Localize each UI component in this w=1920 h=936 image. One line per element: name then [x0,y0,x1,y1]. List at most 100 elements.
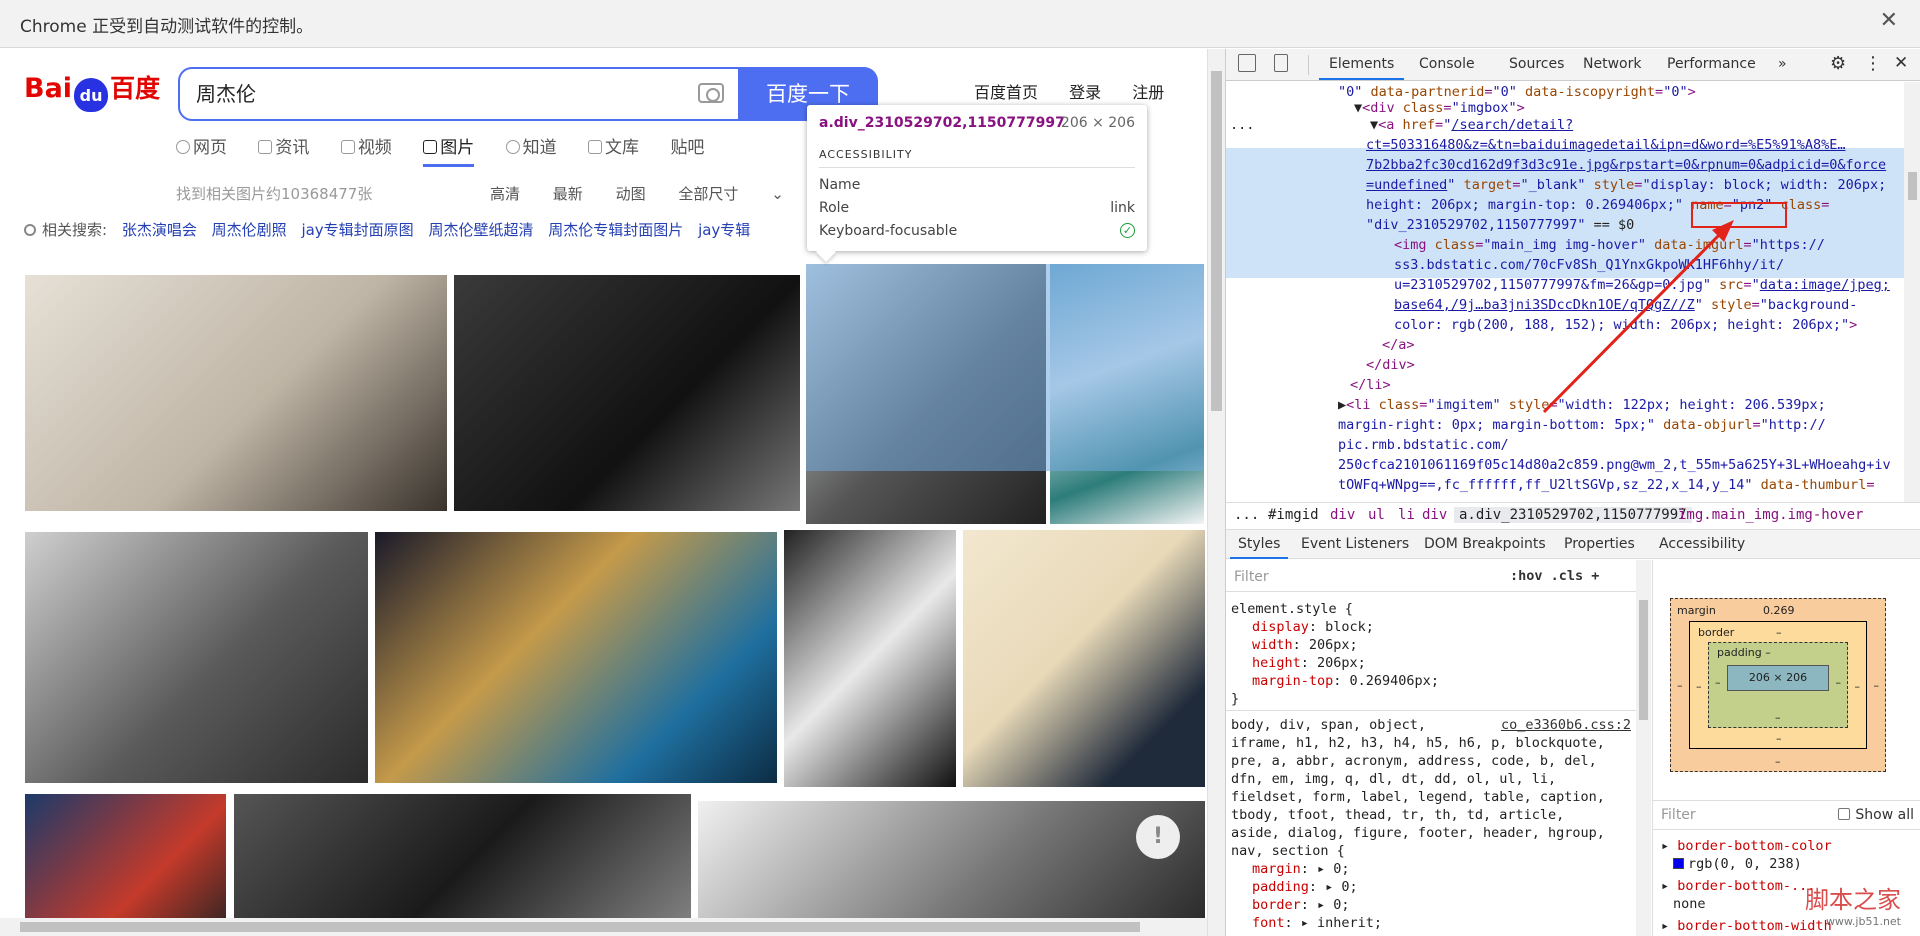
breadcrumb-item[interactable]: #imgid [1268,507,1319,523]
computed-property[interactable]: ▸ border-bottom-... [1661,878,1815,894]
border-top-value[interactable]: – [1776,626,1782,639]
baidu-logo[interactable]: Bai du 百度 [24,69,160,113]
styles-pane[interactable]: Filter :hov .cls + element.style { displ… [1226,560,1651,936]
filter-hd[interactable]: 高清 [490,185,520,203]
border-left-value[interactable]: – [1696,680,1702,693]
search-input[interactable] [194,79,674,105]
tab-network[interactable]: Network [1583,56,1641,72]
border-right-value[interactable]: – [1855,680,1861,693]
device-toolbar-icon[interactable] [1274,54,1288,72]
breadcrumb-item[interactable]: img.main_img.img-hover [1678,507,1863,523]
computed-property[interactable]: ▸ border-bottom-color [1661,838,1832,854]
breadcrumb-current[interactable]: a.div_2310529702,1150777997 [1454,507,1692,523]
breadcrumb-item[interactable]: ul [1368,507,1385,523]
styles-scrollbar[interactable] [1636,560,1651,936]
tab-tieba[interactable]: 贴吧 [670,133,704,158]
margin-right-value[interactable]: – [1874,679,1880,692]
related-link[interactable]: jay专辑封面原图 [301,221,413,239]
box-model-content[interactable]: 206 × 206 [1727,665,1829,691]
camera-icon[interactable] [698,83,724,103]
margin-bottom-value[interactable]: – [1775,755,1781,768]
computed-filter-input[interactable]: Filter [1661,807,1696,823]
tab-dom-breakpoints[interactable]: DOM Breakpoints [1424,536,1546,552]
link-register[interactable]: 注册 [1132,83,1164,102]
image-result[interactable] [25,275,447,511]
link-home[interactable]: 百度首页 [974,83,1038,102]
gear-icon[interactable]: ⚙ [1830,53,1846,74]
filter-animated[interactable]: 动图 [616,185,646,203]
styles-filter[interactable]: Filter :hov .cls + [1226,560,1651,592]
css-decl[interactable]: margin-top: 0.269406px; [1252,672,1439,690]
image-result[interactable] [375,532,777,783]
css-decl[interactable]: height: 206px; [1252,654,1366,672]
tab-event-listeners[interactable]: Event Listeners [1301,536,1409,552]
stylesheet-link[interactable]: co_e3360b6.css:2 [1501,716,1631,734]
tab-wenku[interactable]: 文库 [588,133,639,158]
related-link[interactable]: 张杰演唱会 [122,221,197,239]
tab-images[interactable]: 图片 [423,133,475,167]
image-result[interactable] [784,530,956,787]
related-label: 相关搜索: [42,221,108,239]
scrollbar-thumb[interactable] [1908,172,1917,200]
image-result[interactable] [25,532,368,783]
tab-performance[interactable]: Performance [1667,56,1756,72]
styles-filter-input[interactable]: Filter [1234,568,1269,586]
kebab-menu-icon[interactable]: ⋮ [1864,53,1882,74]
breadcrumb-item[interactable]: div [1422,507,1447,523]
tab-zhidao[interactable]: 知道 [505,133,557,158]
css-decl[interactable]: width: 206px; [1252,636,1358,654]
info-icon[interactable]: ! [1136,815,1180,859]
elements-scrollbar[interactable] [1904,82,1920,502]
filter-size[interactable]: 全部尺寸 ⌄ [678,185,811,203]
image-result[interactable] [25,794,226,936]
close-icon[interactable]: ✕ [1894,53,1908,73]
tab-properties[interactable]: Properties [1564,536,1635,552]
breadcrumb-item[interactable]: li [1398,507,1415,523]
related-link[interactable]: 周杰伦专辑封面图片 [548,221,683,239]
page-hscrollbar[interactable] [0,918,1207,936]
tab-accessibility[interactable]: Accessibility [1659,536,1745,552]
padding-right-value[interactable]: – [1836,676,1842,689]
computed-filter[interactable]: Filter Show all [1653,800,1920,830]
styles-buttons[interactable]: :hov .cls + [1510,567,1599,585]
page-scrollbar[interactable] [1207,49,1225,936]
margin-top-value[interactable]: 0.269 [1763,604,1795,617]
related-link[interactable]: jay专辑 [698,221,750,239]
more-tabs-icon[interactable]: » [1778,56,1787,72]
css-decl[interactable]: display: block; [1252,618,1374,636]
related-link[interactable]: 周杰伦壁纸超清 [428,221,533,239]
tab-news[interactable]: 资讯 [258,133,309,158]
tab-console[interactable]: Console [1419,56,1475,72]
image-result[interactable] [698,801,1205,936]
tab-elements[interactable]: Elements [1318,56,1405,80]
css-decl[interactable]: border: ▸ 0; [1252,896,1350,914]
margin-left-value[interactable]: – [1677,679,1683,692]
elements-tree[interactable]: "0" data-partnerid="0" data-iscopyright=… [1226,82,1904,501]
tab-video[interactable]: 视频 [340,133,392,158]
padding-bottom-value[interactable]: – [1775,711,1781,724]
filter-latest[interactable]: 最新 [553,185,583,203]
search-box[interactable] [178,67,740,121]
image-result[interactable] [234,794,691,936]
scrollbar-thumb[interactable] [1211,71,1222,411]
show-all-checkbox[interactable]: Show all [1838,807,1914,823]
image-result[interactable] [454,275,800,511]
padding-left-value[interactable]: – [1715,676,1721,689]
border-bottom-value[interactable]: – [1776,732,1782,745]
tab-web[interactable]: 网页 [176,133,227,158]
scrollbar-thumb[interactable] [1639,600,1648,720]
image-result[interactable] [963,530,1205,787]
tab-styles[interactable]: Styles [1229,536,1290,559]
breadcrumb-item[interactable]: ... [1234,507,1259,523]
css-decl[interactable]: padding: ▸ 0; [1252,878,1358,896]
related-link[interactable]: 周杰伦剧照 [212,221,287,239]
css-decl[interactable]: font: ▸ inherit; [1252,914,1382,932]
close-icon[interactable]: ✕ [1880,8,1898,33]
scrollbar-thumb[interactable] [20,922,1140,932]
inspect-icon[interactable] [1238,54,1256,72]
link-login[interactable]: 登录 [1069,83,1101,102]
css-decl[interactable]: margin: ▸ 0; [1252,860,1350,878]
page-viewport: Baidu百度 百度一下 百度首页 登录 注册 网页 资讯 视频 图片 知道 文… [0,49,1207,936]
breadcrumb-item[interactable]: div [1330,507,1355,523]
tab-sources[interactable]: Sources [1509,56,1564,72]
